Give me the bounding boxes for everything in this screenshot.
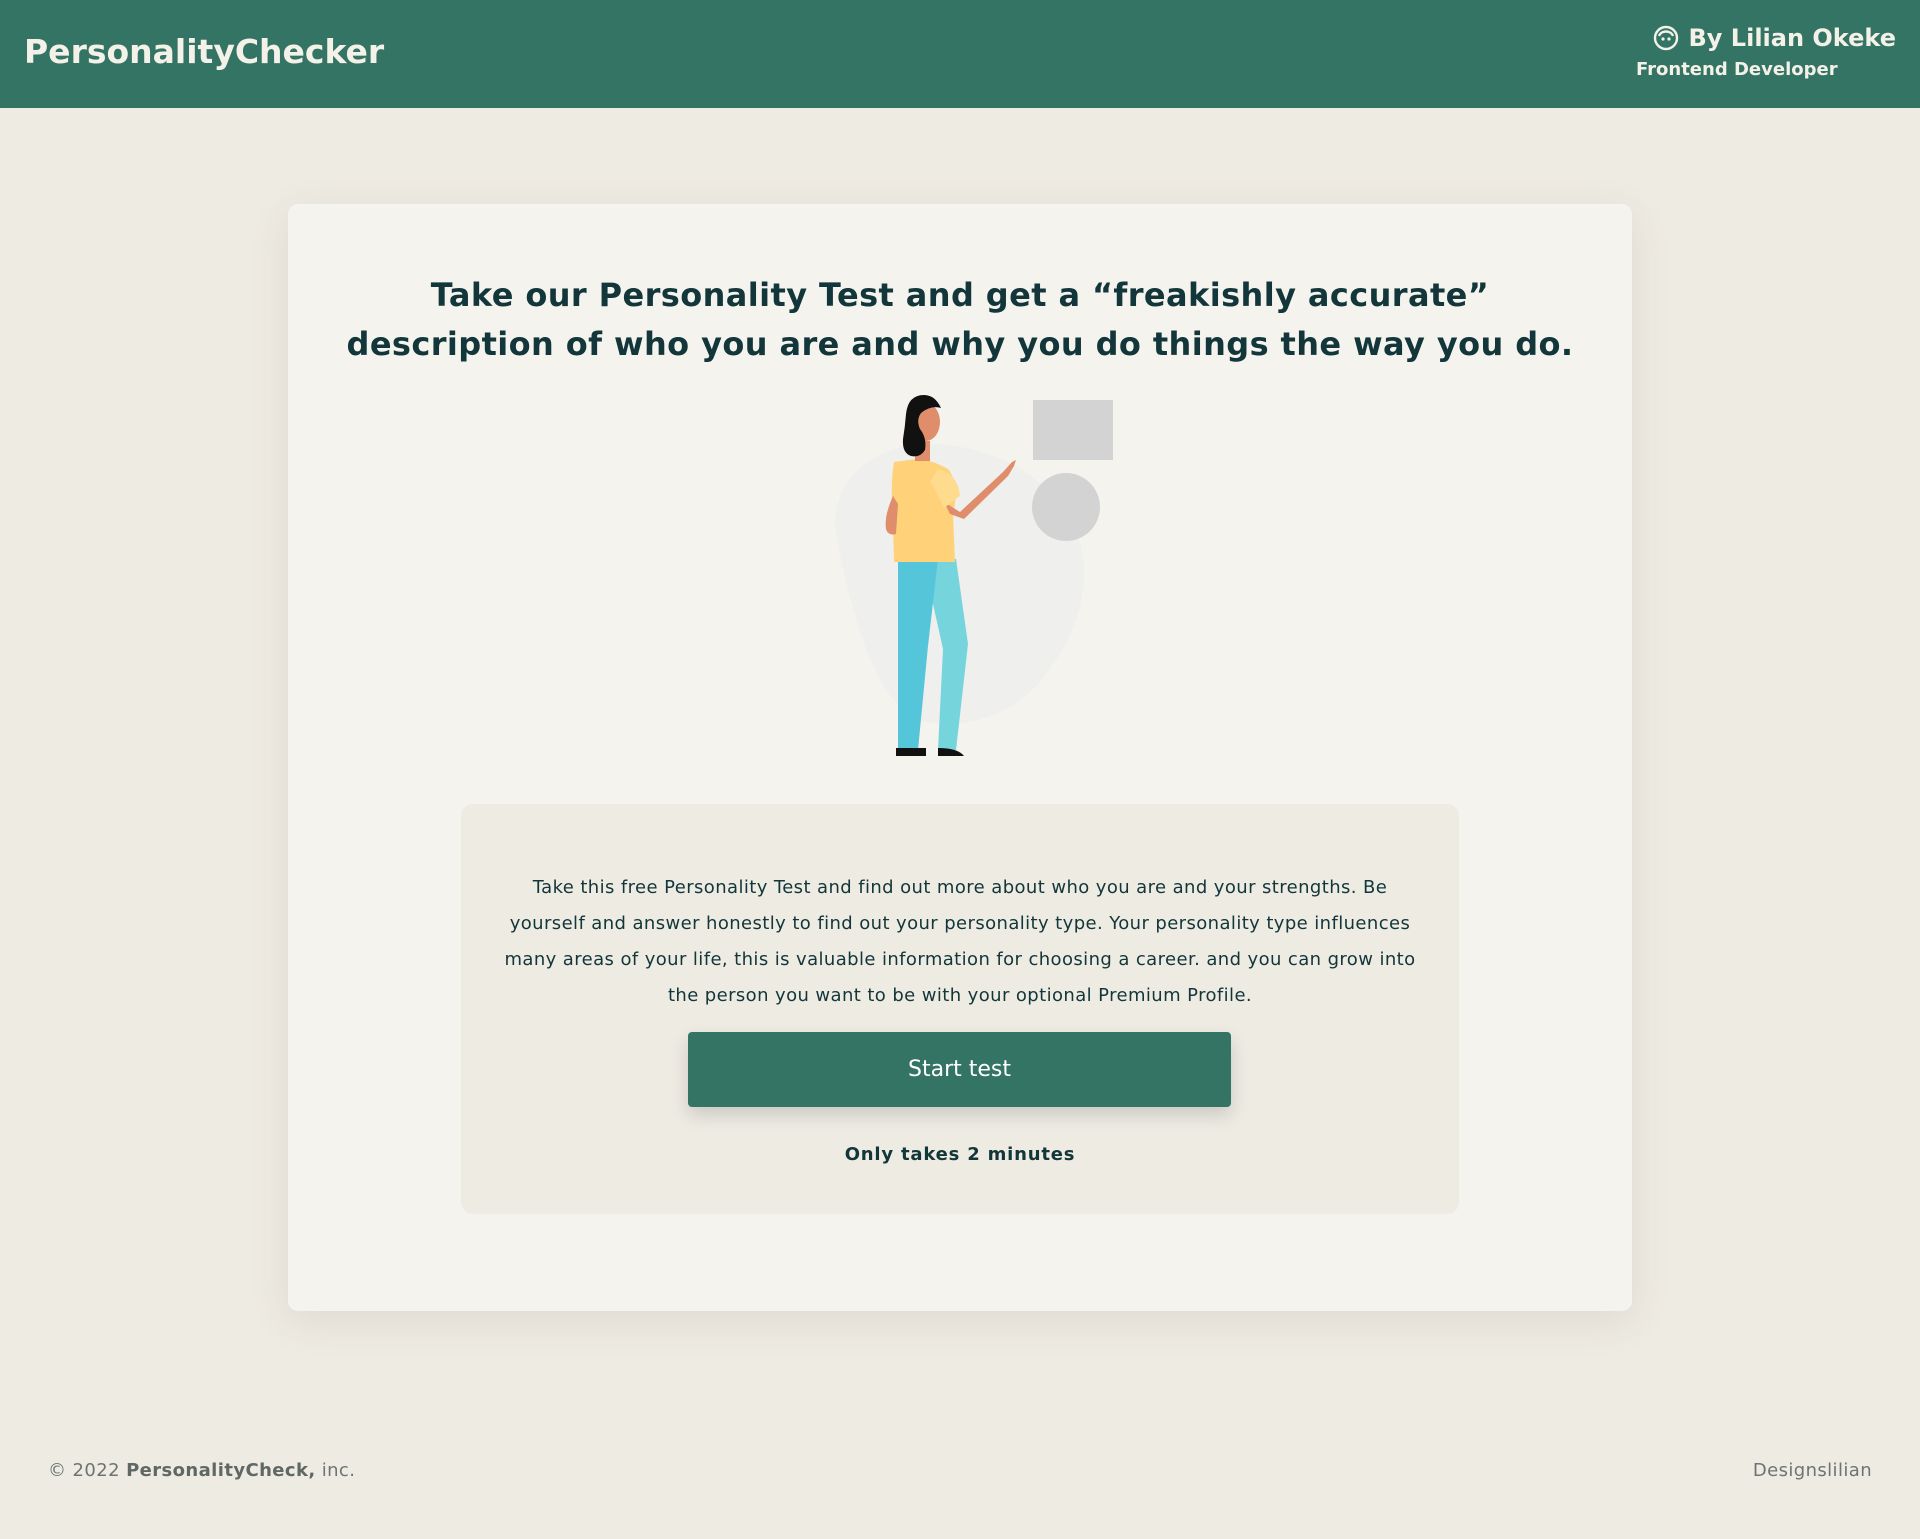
personality-test-illustration xyxy=(835,395,1113,756)
author-name: By Lilian Okeke xyxy=(1688,24,1897,52)
author-role: Frontend Developer xyxy=(1636,59,1838,80)
author-info: By Lilian Okeke Frontend Developer xyxy=(1636,24,1896,84)
illustration-square-shape xyxy=(1033,400,1113,460)
page-headline: Take our Personality Test and get a “fre… xyxy=(346,276,1574,364)
illustration-circle-shape xyxy=(1032,473,1100,541)
test-description: Take this free Personality Test and find… xyxy=(504,877,1416,1006)
start-test-button[interactable]: Start test xyxy=(688,1032,1231,1107)
company-name: PersonalityCheck, xyxy=(126,1460,316,1481)
test-duration-note: Only takes 2 minutes xyxy=(844,1144,1076,1165)
test-info-panel: Take this free Personality Test and find… xyxy=(461,804,1459,1214)
top-navigation-bar: PersonalityChecker By Lilian Okeke Front… xyxy=(0,0,1920,108)
brand-logo[interactable]: PersonalityChecker xyxy=(24,32,384,71)
user-circle-icon xyxy=(1653,25,1678,51)
copyright-year: © 2022 xyxy=(48,1460,120,1481)
copyright-notice: © 2022 PersonalityCheck, inc. xyxy=(48,1460,355,1481)
intro-card: Take our Personality Test and get a “fre… xyxy=(288,204,1632,1311)
designer-credit[interactable]: Designslilian xyxy=(1753,1460,1872,1481)
author-line: By Lilian Okeke xyxy=(1653,24,1897,52)
company-suffix: inc. xyxy=(321,1460,356,1481)
